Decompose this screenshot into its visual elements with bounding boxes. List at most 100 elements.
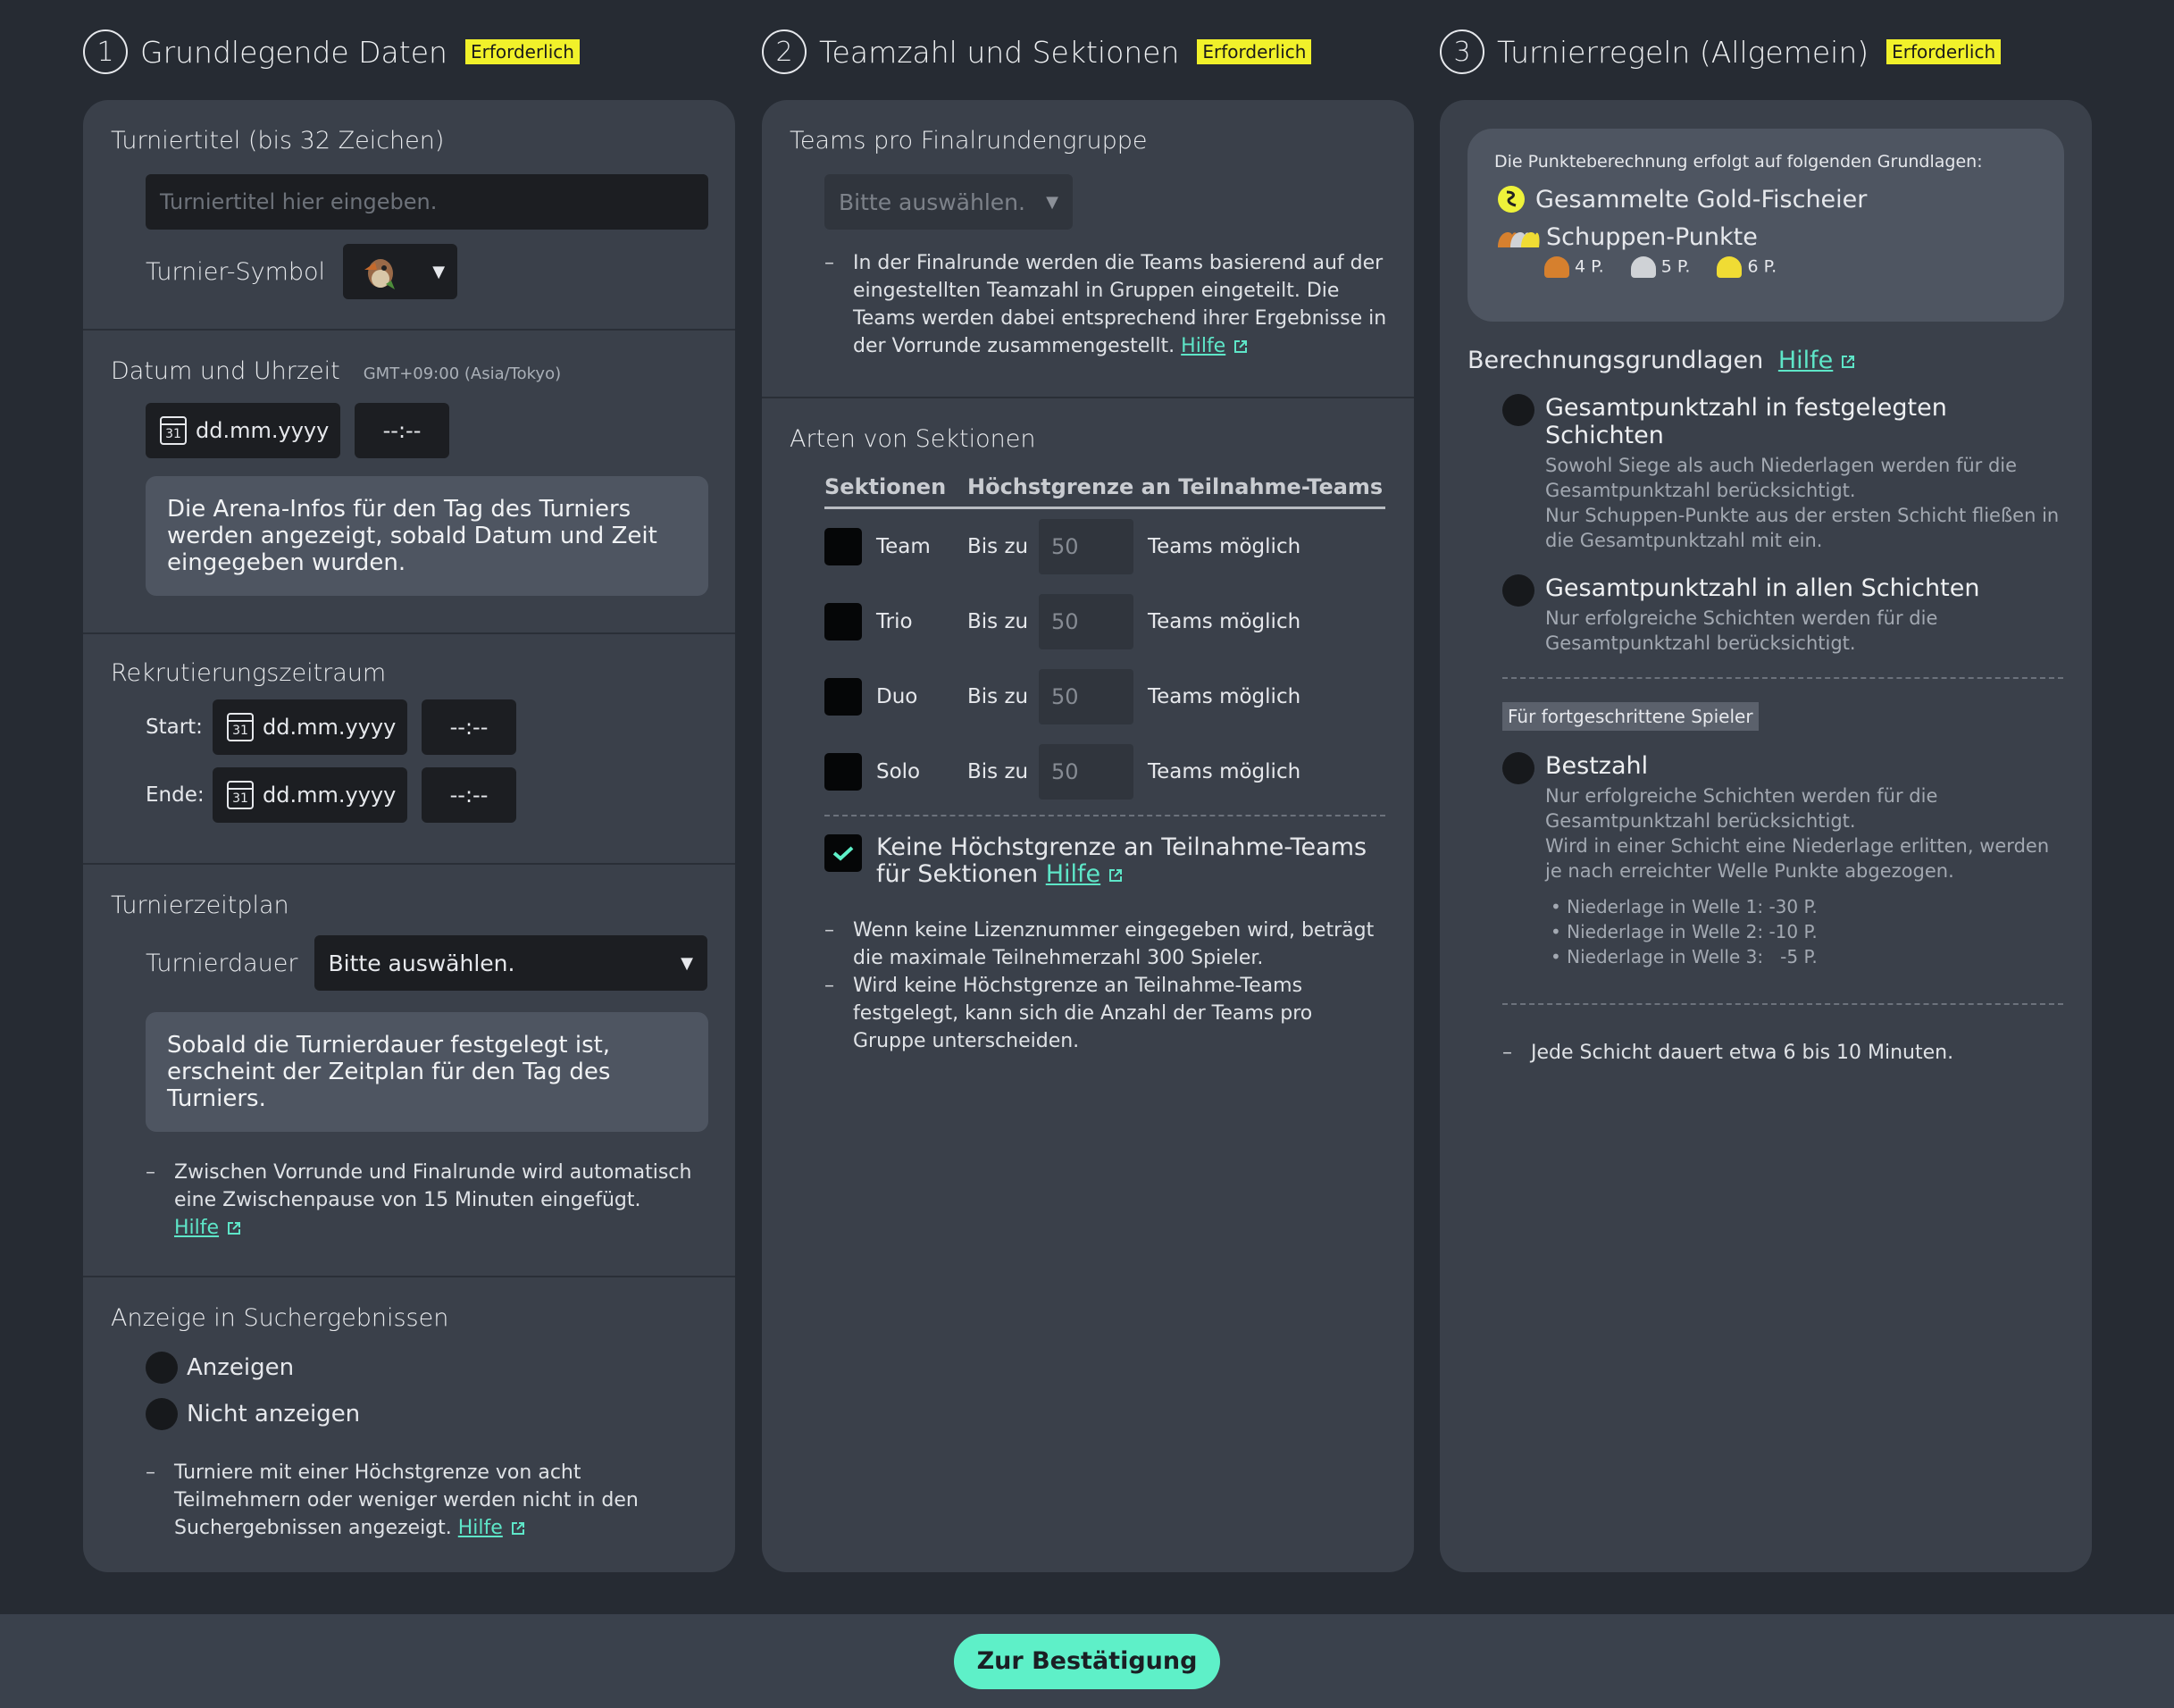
recruit-start-date[interactable]: 31 dd.mm.yyyy — [213, 699, 407, 755]
recruit-section: Rekrutierungszeitraum Start: 31 dd.mm.yy… — [83, 634, 735, 865]
calendar-icon: 31 — [227, 713, 254, 741]
license-note: – Wenn keine Lizenznummer eingegeben wird… — [824, 919, 1375, 969]
section-limit-input[interactable]: 50 — [1039, 519, 1133, 574]
confirm-button[interactable]: Zur Bestätigung — [954, 1633, 1220, 1689]
loss-item: • Niederlage in Welle 3: -5 P. — [1551, 946, 1818, 967]
start-label: Start: — [146, 716, 203, 739]
section-limit-input[interactable]: 50 — [1039, 669, 1133, 724]
section-row-trio: Trio Bis zu 50 Teams möglich — [824, 584, 1385, 659]
external-link-icon — [228, 1222, 241, 1235]
schedule-label: Turnierzeitplan — [111, 892, 289, 919]
group-label: Teams pro Finalrundengruppe — [790, 127, 1148, 155]
upto-label: Bis zu — [967, 610, 1029, 633]
time-input[interactable]: --:-- — [355, 403, 449, 458]
option-fixed-shifts[interactable]: Gesamtpunktzahl in festgelegten Schichte… — [1502, 394, 2063, 553]
advanced-tag: Für fortgeschrittene Spieler — [1502, 702, 1759, 731]
schedule-note: – Zwischen Vorrunde und Finalrunde wird … — [146, 1161, 692, 1239]
help-link[interactable]: Hilfe — [458, 1517, 503, 1539]
column-title: Grundlegende Daten — [140, 34, 447, 70]
radio-show[interactable]: Anzeigen — [146, 1352, 707, 1384]
recruit-end-time[interactable]: --:-- — [422, 767, 516, 823]
schedule-info-box: Sobald die Turnierdauer festgelegt ist, … — [146, 1012, 708, 1132]
column-title: Turnierregeln (Allgemein) — [1497, 34, 1869, 70]
loss-list: • Niederlage in Welle 1: -30 P. • Nieder… — [1551, 894, 2063, 969]
section-checkbox[interactable] — [824, 603, 862, 640]
rules-panel: Die Punkteberechnung erfolgt auf folgend… — [1440, 100, 2092, 1572]
step-number: 2 — [762, 29, 807, 74]
duration-select[interactable]: Bitte auswählen. ▼ — [314, 935, 707, 991]
radio-button[interactable] — [146, 1398, 178, 1430]
silver-scale-icon — [1630, 256, 1656, 278]
help-link[interactable]: Hilfe — [1046, 860, 1100, 888]
duration-label: Turnierdauer — [146, 949, 298, 977]
nolimit-note: – Wird keine Höchstgrenze an Teilnahme-Te… — [824, 975, 1313, 1052]
gold-scale-icon — [1717, 256, 1743, 278]
upto-label: Bis zu — [967, 685, 1029, 708]
chevron-down-icon: ▼ — [681, 953, 693, 973]
help-link[interactable]: Hilfe — [1778, 347, 1833, 374]
external-link-icon — [1234, 340, 1248, 353]
section-limit-input[interactable]: 50 — [1039, 744, 1133, 800]
radio-hide[interactable]: Nicht anzeigen — [146, 1398, 707, 1430]
basic-data-panel: Turniertitel (bis 32 Zeichen) Turniertit… — [83, 100, 735, 1572]
column-title: Teamzahl und Sektionen — [819, 34, 1180, 70]
search-label: Anzeige in Suchergebnissen — [111, 1304, 449, 1332]
nolimit-checkbox-row[interactable]: Keine Höchstgrenze an Teilnahme-Teams fü… — [824, 834, 1385, 888]
teams-panel: Teams pro Finalrundengruppe Bitte auswäh… — [762, 100, 1414, 1572]
points-intro: Die Punkteberechnung erfolgt auf folgend… — [1494, 152, 1983, 172]
section-name: Solo — [876, 760, 921, 783]
loss-item: • Niederlage in Welle 1: -30 P. — [1551, 896, 1818, 917]
section-name: Team — [876, 535, 931, 558]
section-checkbox[interactable] — [824, 678, 862, 716]
end-label: Ende: — [146, 783, 205, 807]
help-link[interactable]: Hilfe — [174, 1217, 219, 1239]
section-checkbox[interactable] — [824, 753, 862, 791]
symbol-select[interactable]: ▼ — [343, 244, 458, 299]
datetime-section: Datum und Uhrzeit GMT+09:00 (Asia/Tokyo)… — [83, 331, 735, 634]
group-select[interactable]: Bitte auswählen. ▼ — [824, 174, 1073, 230]
section-limit-input[interactable]: 50 — [1039, 594, 1133, 649]
upto-label: Bis zu — [967, 760, 1029, 783]
date-input[interactable]: 31 dd.mm.yyyy — [146, 403, 340, 458]
section-row-solo: Solo Bis zu 50 Teams möglich — [824, 734, 1385, 809]
title-section: Turniertitel (bis 32 Zeichen) Turniertit… — [83, 100, 735, 331]
radio-button[interactable] — [146, 1352, 178, 1384]
required-badge: Erforderlich — [1197, 39, 1312, 64]
calendar-icon: 31 — [227, 781, 254, 809]
option-best-score[interactable]: Bestzahl Nur erfolgreiche Schichten werd… — [1502, 752, 2063, 969]
sections-table: Team Bis zu 50 Teams möglich Trio Bis zu 50 Tea… — [824, 509, 1385, 809]
points-basis-box: Die Punkteberechnung erfolgt auf folgend… — [1467, 129, 2064, 322]
recruit-start-time[interactable]: --:-- — [422, 699, 516, 755]
recruit-end-date[interactable]: 31 dd.mm.yyyy — [213, 767, 407, 823]
nolimit-checkbox[interactable] — [824, 834, 862, 872]
scales-icon — [1498, 231, 1540, 247]
section-name: Trio — [876, 610, 913, 633]
radio-button[interactable] — [1502, 752, 1534, 784]
footer-bar: Zur Bestätigung — [0, 1614, 2174, 1708]
step-number: 3 — [1440, 29, 1484, 74]
column-header: 1 Grundlegende Daten Erforderlich — [83, 0, 735, 100]
section-row-team: Team Bis zu 50 Teams möglich — [824, 509, 1385, 584]
radio-button[interactable] — [1502, 574, 1534, 607]
sections-section: Arten von Sektionen Sektionen Höchstgren… — [762, 398, 1414, 1082]
possible-label: Teams möglich — [1148, 535, 1301, 558]
external-link-icon — [1842, 355, 1855, 368]
help-link[interactable]: Hilfe — [1181, 335, 1225, 357]
bronze-scale-icon — [1544, 256, 1569, 278]
required-badge: Erforderlich — [464, 39, 580, 64]
salmon-symbol-icon — [364, 259, 396, 289]
step-number: 1 — [83, 29, 128, 74]
chevron-down-icon: ▼ — [1046, 192, 1058, 212]
required-badge: Erforderlich — [1886, 39, 2002, 64]
section-name: Duo — [876, 685, 918, 708]
section-checkbox[interactable] — [824, 528, 862, 565]
group-section: Teams pro Finalrundengruppe Bitte auswäh… — [762, 100, 1414, 398]
scales-label: Schuppen-Punkte — [1546, 223, 1758, 251]
external-link-icon — [511, 1522, 524, 1535]
shift-duration-note: – Jede Schicht dauert etwa 6 bis 10 Minut… — [1502, 1042, 1954, 1064]
title-label: Turniertitel (bis 32 Zeichen) — [111, 127, 445, 155]
option-all-shifts[interactable]: Gesamtpunktzahl in allen Schichten Nur e… — [1502, 574, 2063, 656]
title-input[interactable]: Turniertitel hier eingeben. — [146, 174, 708, 230]
radio-button[interactable] — [1502, 394, 1534, 426]
timezone-label: GMT+09:00 (Asia/Tokyo) — [363, 364, 562, 383]
